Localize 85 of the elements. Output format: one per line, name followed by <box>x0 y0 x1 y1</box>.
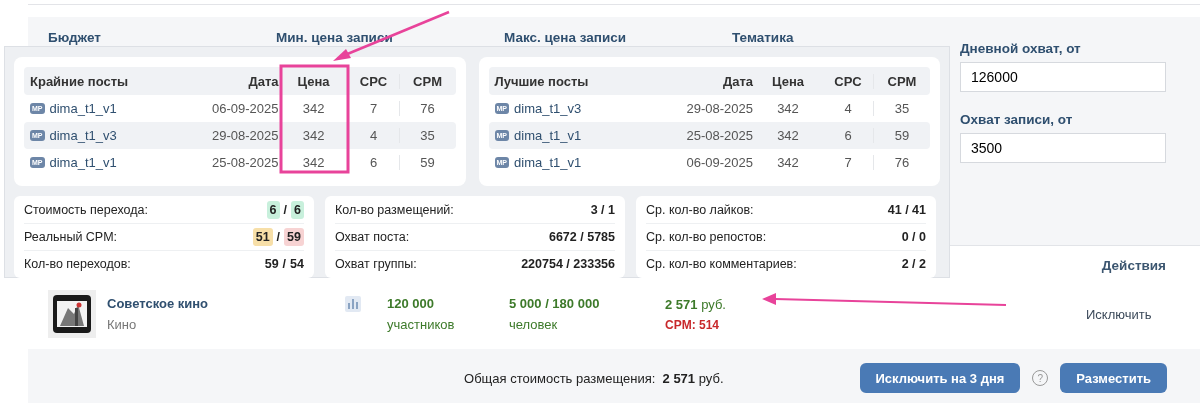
table-cell-text: 6 <box>368 155 379 170</box>
value-separator: / <box>283 203 288 217</box>
post-link[interactable]: dima_t1_v1 <box>514 128 582 143</box>
column-header: CPC <box>358 73 389 89</box>
column-header: Дата <box>721 73 753 89</box>
stat-value: 54 <box>290 257 304 271</box>
table-cell-text: 29-08-2025 <box>685 101 753 116</box>
group-link[interactable]: Советское кино <box>107 296 345 311</box>
stat-label: Охват группы: <box>335 257 417 271</box>
column-header: Лучшие посты <box>493 73 590 89</box>
bar-chart-icon[interactable] <box>345 296 361 312</box>
stat-value: 6672 / 5785 <box>548 230 615 244</box>
table-cell-text: 342 <box>776 155 800 170</box>
table-cell-text: 29-08-2025 <box>211 128 279 143</box>
column-header: Крайние посты <box>29 73 130 89</box>
table-cell: 76 <box>398 101 456 116</box>
exclude-button[interactable]: Исключить на 3 дня <box>859 363 1021 393</box>
table-cell-text: 4 <box>843 101 853 116</box>
table-cell-text: 342 <box>776 101 800 116</box>
value-tag: 59 <box>284 228 304 246</box>
table-cell-text: 6 <box>843 128 853 143</box>
place-button[interactable]: Разместить <box>1060 363 1167 393</box>
table-cell: 59 <box>398 155 456 170</box>
group-topic: Кино <box>107 317 138 332</box>
cpm-value: CPM: 514 <box>665 317 720 332</box>
stat-label: Охват поста: <box>335 230 410 244</box>
stat-label: Ср. кол-во комментариев: <box>646 257 797 271</box>
table-cell-text: 4 <box>368 128 379 143</box>
column-header: CPM <box>398 73 456 89</box>
table-cell-text: 25-08-2025 <box>685 128 753 143</box>
stat-label: Кол-во переходов: <box>24 257 131 271</box>
value-tag: 51 <box>252 228 273 246</box>
table-cell-text: 342 <box>776 128 800 143</box>
input-field[interactable]: 3500 <box>960 133 1166 163</box>
reach-count: 5 000 / 180 000 <box>509 296 601 311</box>
stat-label: Ср. кол-во репостов: <box>646 230 767 244</box>
filter-label: Тематика <box>732 30 795 45</box>
reach-unit: человек <box>509 317 559 332</box>
column-header: Дата <box>247 73 279 89</box>
filter-label: Бюджет <box>48 30 102 45</box>
stat-label: Кол-во размещений: <box>335 203 454 217</box>
column-header: CPM <box>873 73 930 89</box>
value-tag: 6 <box>266 201 280 219</box>
stat-value: 2 / 2 <box>901 257 926 271</box>
stat-label: Реальный CPM: <box>24 230 118 244</box>
column-header: Действия <box>1101 257 1166 273</box>
field-label: Дневной охват, от <box>960 41 1082 56</box>
members-count: 120 000 <box>387 296 435 311</box>
column-header: Цена <box>296 73 331 89</box>
stat-value: 3 / 1 <box>590 203 615 217</box>
table-cell-text: 06-09-2025 <box>211 101 279 116</box>
stat-value: 0 / 0 <box>901 230 926 244</box>
price: 2 571 руб. <box>665 296 726 312</box>
value-separator: / <box>276 230 281 244</box>
table-cell-text: 342 <box>301 128 326 143</box>
table-cell: 35 <box>873 101 930 116</box>
table-cell: 35 <box>398 128 456 143</box>
field-label: Охват записи, от <box>960 112 1074 127</box>
table-cell: 59 <box>873 128 930 143</box>
stat-label: Ср. кол-во лайков: <box>646 203 754 217</box>
table-cell-text: 342 <box>301 101 326 116</box>
table-cell-text: 7 <box>368 101 379 116</box>
post-link[interactable]: dima_t1_v3 <box>49 128 117 143</box>
stat-value: 41 / 41 <box>887 203 926 217</box>
column-header: Цена <box>771 73 805 89</box>
table-cell-text: 06-09-2025 <box>685 155 753 170</box>
filter-label: Макс. цена записи <box>504 30 628 45</box>
post-link[interactable]: dima_t1_v1 <box>49 101 117 116</box>
value-separator: / <box>282 257 287 271</box>
table-cell-text: 7 <box>843 155 853 170</box>
stat-value: 59 <box>264 257 279 271</box>
total-cost: Общая стоимость размещения: 2 571 руб. <box>464 370 724 386</box>
members-unit: участников <box>387 317 456 332</box>
table-cell-text: 25-08-2025 <box>211 155 279 170</box>
post-link[interactable]: dima_t1_v3 <box>514 101 582 116</box>
stat-label: Стоимость перехода: <box>24 203 148 217</box>
stat-value: 220754 / 233356 <box>521 257 615 271</box>
table-cell: 76 <box>873 155 930 170</box>
post-link[interactable]: dima_t1_v1 <box>514 155 582 170</box>
input-field[interactable]: 126000 <box>960 62 1166 92</box>
post-link[interactable]: dima_t1_v1 <box>49 155 117 170</box>
column-header: CPC <box>833 73 863 89</box>
value-tag: 6 <box>291 201 304 219</box>
exclude-link[interactable]: Исключить <box>1086 306 1152 322</box>
table-cell-text: 342 <box>301 155 326 170</box>
